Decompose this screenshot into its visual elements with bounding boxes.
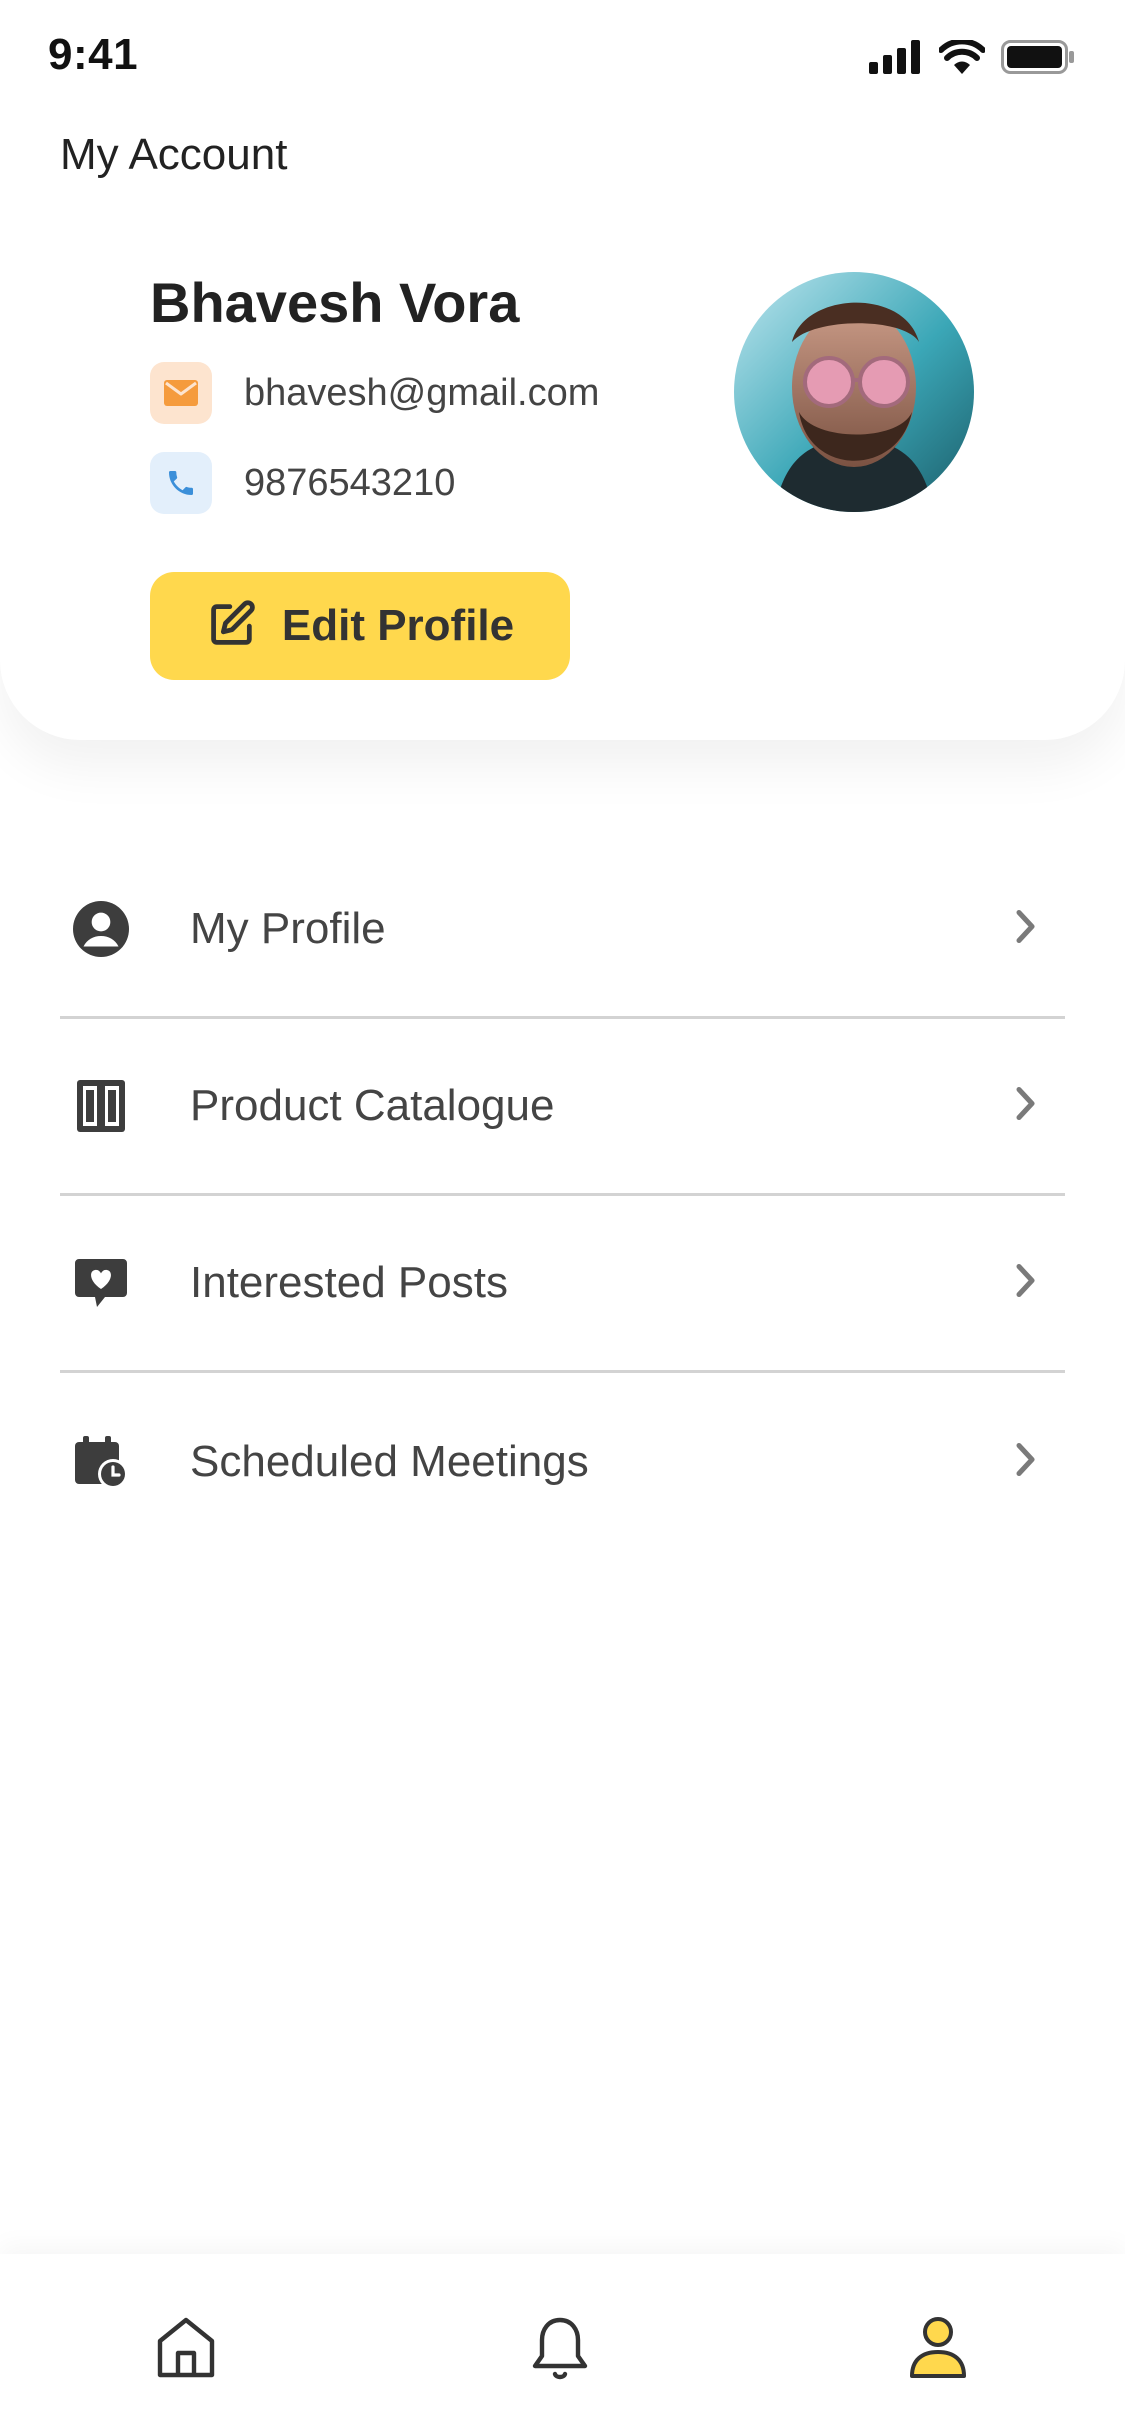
profile-name: Bhavesh Vora xyxy=(150,271,520,334)
email-row: bhavesh@gmail.com xyxy=(150,362,599,424)
home-icon xyxy=(154,2315,218,2386)
avatar xyxy=(734,272,974,512)
menu-item-interested-posts[interactable]: Interested Posts xyxy=(60,1196,1065,1373)
nav-home-button[interactable] xyxy=(146,2310,226,2390)
bottom-nav xyxy=(0,2254,1125,2436)
menu-item-label: Product Catalogue xyxy=(190,1081,555,1130)
account-menu: My Profile Product Catalogue Interested … xyxy=(60,842,1065,1550)
user-circle-icon xyxy=(72,900,130,958)
menu-item-label: My Profile xyxy=(190,904,386,953)
chevron-right-icon xyxy=(1015,909,1037,950)
profile-card: My Account Bhavesh Vora bhavesh@gmail.co… xyxy=(0,0,1125,740)
menu-item-product-catalogue[interactable]: Product Catalogue xyxy=(60,1019,1065,1196)
edit-icon xyxy=(206,598,258,655)
menu-item-scheduled-meetings[interactable]: Scheduled Meetings xyxy=(60,1373,1065,1550)
battery-icon xyxy=(1001,40,1075,74)
edit-profile-label: Edit Profile xyxy=(281,601,515,650)
status-bar: 9:41 xyxy=(0,0,1125,110)
chevron-right-icon xyxy=(1015,1263,1037,1304)
phone-icon xyxy=(150,452,212,514)
status-time: 9:41 xyxy=(48,30,139,79)
chevron-right-icon xyxy=(1015,1441,1037,1482)
email-text: bhavesh@gmail.com xyxy=(244,371,600,414)
email-icon xyxy=(150,362,212,424)
phone-text: 9876543210 xyxy=(244,461,456,504)
wifi-icon xyxy=(939,40,985,74)
catalogue-icon xyxy=(72,1077,130,1135)
edit-profile-button[interactable]: Edit Profile xyxy=(150,572,570,680)
heart-message-icon xyxy=(72,1254,130,1312)
phone-row: 9876543210 xyxy=(150,452,455,514)
nav-notifications-button[interactable] xyxy=(520,2310,600,2390)
user-icon xyxy=(908,2316,968,2385)
signal-icon xyxy=(869,40,923,74)
calendar-clock-icon xyxy=(72,1433,130,1491)
menu-item-label: Interested Posts xyxy=(190,1258,508,1307)
nav-profile-button[interactable] xyxy=(898,2310,978,2390)
bell-icon xyxy=(530,2314,590,2387)
status-icons xyxy=(869,40,1075,74)
page-title: My Account xyxy=(60,130,288,179)
chevron-right-icon xyxy=(1015,1086,1037,1127)
menu-item-label: Scheduled Meetings xyxy=(190,1436,589,1486)
menu-item-my-profile[interactable]: My Profile xyxy=(60,842,1065,1019)
